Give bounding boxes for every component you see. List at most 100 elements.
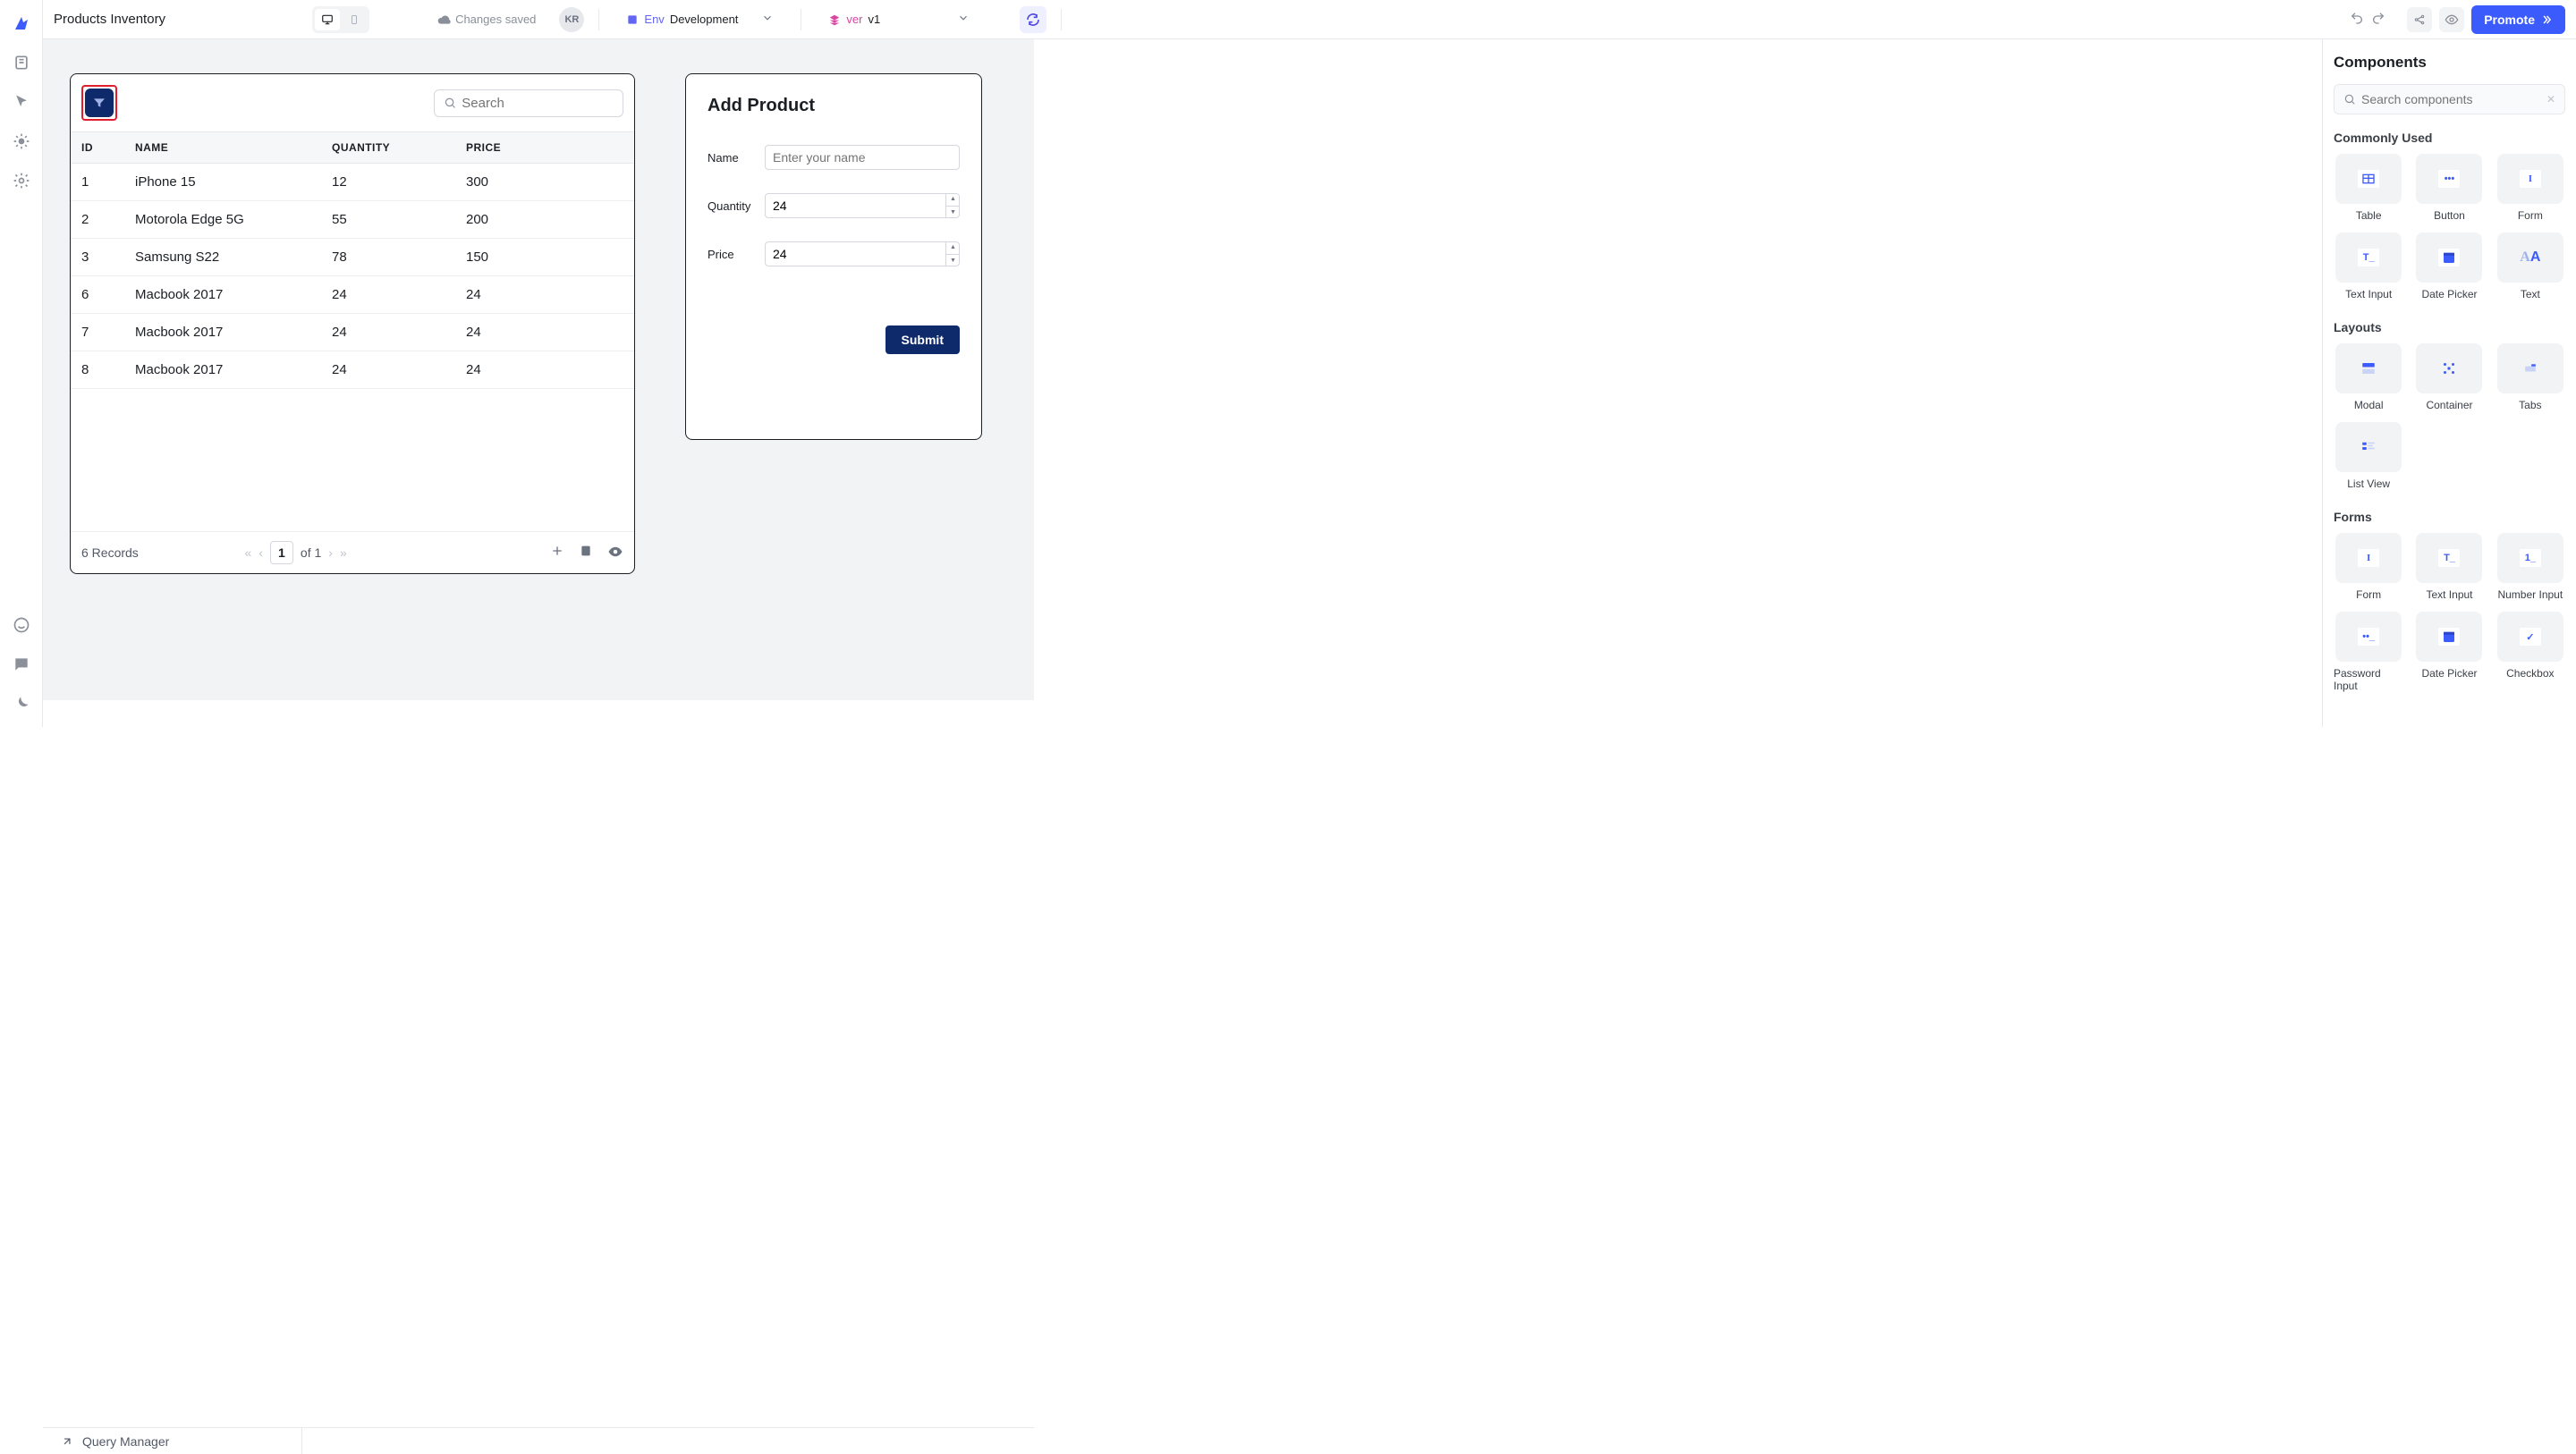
component-date-picker-2[interactable]: Date Picker (2414, 612, 2484, 692)
table-search-input[interactable] (434, 89, 623, 117)
promote-button[interactable]: Promote (2471, 5, 2565, 34)
promote-label: Promote (2484, 13, 2535, 27)
checkbox-icon: ✓ (2520, 628, 2541, 646)
dark-mode-icon[interactable] (5, 688, 38, 720)
table-row[interactable]: 7 Macbook 2017 24 24 (71, 314, 634, 351)
mobile-view-button[interactable] (342, 9, 367, 30)
last-page-button[interactable]: » (340, 545, 347, 560)
undo-button[interactable] (2350, 11, 2364, 28)
version-selector[interactable]: ver v1 (828, 12, 970, 27)
column-header-qty[interactable]: QUANTITY (332, 141, 466, 154)
app-title: Products Inventory (54, 12, 165, 27)
first-page-button[interactable]: « (244, 545, 251, 560)
component-checkbox[interactable]: ✓Checkbox (2496, 612, 2565, 692)
env-selector[interactable]: Env Development (626, 12, 774, 27)
cursor-icon[interactable] (5, 86, 38, 118)
debug-icon[interactable] (5, 125, 38, 157)
column-header-name[interactable]: NAME (135, 141, 332, 154)
components-title: Components (2334, 54, 2565, 72)
left-rail (0, 0, 43, 727)
component-text[interactable]: AAText (2496, 232, 2565, 300)
components-search-field[interactable] (2361, 92, 2541, 106)
table-row[interactable]: 1 iPhone 15 12 300 (71, 164, 634, 201)
share-button[interactable] (2407, 7, 2432, 32)
tabs-icon (2520, 359, 2541, 377)
bottombar: Query Manager (43, 1427, 1034, 1454)
support-icon[interactable] (5, 609, 38, 641)
form-icon: I (2358, 549, 2379, 567)
table-search-field[interactable] (462, 96, 614, 111)
component-date-picker[interactable]: Date Picker (2414, 232, 2484, 300)
canvas[interactable]: ID NAME QUANTITY PRICE 1 iPhone 15 12 30… (43, 39, 1034, 700)
step-up-button[interactable]: ▲ (946, 241, 960, 255)
add-row-button[interactable] (550, 544, 564, 562)
refresh-button[interactable] (1020, 6, 1046, 33)
name-label: Name (708, 151, 756, 165)
divider (1061, 9, 1062, 30)
save-status-text: Changes saved (455, 13, 536, 26)
container-icon (2438, 359, 2460, 377)
logo-icon[interactable] (5, 7, 38, 39)
component-container[interactable]: Container (2414, 343, 2484, 411)
query-manager-toggle[interactable]: Query Manager (43, 1428, 302, 1454)
quantity-input[interactable] (765, 193, 960, 218)
clear-search-button[interactable]: ✕ (2546, 93, 2555, 106)
component-form[interactable]: IForm (2496, 154, 2565, 222)
component-tabs[interactable]: Tabs (2496, 343, 2565, 411)
expand-icon (61, 1435, 73, 1448)
component-list-view[interactable]: List View (2334, 422, 2403, 490)
download-button[interactable] (579, 544, 593, 562)
submit-button[interactable]: Submit (886, 325, 960, 354)
filter-button[interactable] (85, 89, 114, 117)
redo-button[interactable] (2371, 11, 2385, 28)
name-input[interactable] (765, 145, 960, 170)
components-search[interactable]: ✕ (2334, 84, 2565, 114)
columns-button[interactable] (607, 544, 623, 562)
pages-icon[interactable] (5, 46, 38, 79)
step-up-button[interactable]: ▲ (946, 193, 960, 207)
listview-icon (2358, 438, 2379, 456)
component-password-input[interactable]: ••_Password Input (2334, 612, 2403, 692)
number-input-icon: 1_ (2520, 549, 2541, 567)
device-toggle (312, 6, 369, 33)
desktop-view-button[interactable] (315, 9, 340, 30)
component-text-input[interactable]: T_Text Input (2334, 232, 2403, 300)
chat-icon[interactable] (5, 648, 38, 681)
table-row[interactable]: 6 Macbook 2017 24 24 (71, 276, 634, 314)
component-text-input-2[interactable]: T_Text Input (2414, 533, 2484, 601)
step-down-button[interactable]: ▼ (946, 255, 960, 267)
component-table[interactable]: Table (2334, 154, 2403, 222)
table-widget[interactable]: ID NAME QUANTITY PRICE 1 iPhone 15 12 30… (70, 73, 635, 574)
datepicker-icon (2438, 249, 2460, 266)
next-page-button[interactable]: › (328, 545, 333, 560)
component-form-2[interactable]: IForm (2334, 533, 2403, 601)
chevron-down-icon (761, 12, 774, 27)
column-header-id[interactable]: ID (81, 141, 135, 154)
ver-value: v1 (868, 13, 880, 26)
env-value: Development (670, 13, 739, 26)
preview-button[interactable] (2439, 7, 2464, 32)
search-icon (2343, 93, 2356, 106)
step-down-button[interactable]: ▼ (946, 207, 960, 219)
divider (598, 9, 599, 30)
table-row[interactable]: 8 Macbook 2017 24 24 (71, 351, 634, 389)
price-input[interactable] (765, 241, 960, 266)
form-widget[interactable]: Add Product Name Quantity ▲ ▼ Price ▲ ▼ (685, 73, 982, 440)
settings-icon[interactable] (5, 165, 38, 197)
component-button[interactable]: •••Button (2414, 154, 2484, 222)
column-header-price[interactable]: PRICE (466, 141, 623, 154)
table-row[interactable]: 2 Motorola Edge 5G 55 200 (71, 201, 634, 239)
table-header-row: ID NAME QUANTITY PRICE (71, 131, 634, 164)
prev-page-button[interactable]: ‹ (258, 545, 263, 560)
page-total: of 1 (301, 545, 321, 560)
component-number-input[interactable]: 1_Number Input (2496, 533, 2565, 601)
page-current[interactable]: 1 (270, 541, 293, 564)
env-prefix: Env (644, 13, 664, 26)
quantity-stepper: ▲ ▼ (945, 193, 960, 218)
ver-prefix: ver (846, 13, 862, 26)
save-status: Changes saved (437, 13, 536, 27)
component-modal[interactable]: Modal (2334, 343, 2403, 411)
table-row[interactable]: 3 Samsung S22 78 150 (71, 239, 634, 276)
user-avatar[interactable]: KR (559, 7, 584, 32)
password-icon: ••_ (2358, 628, 2379, 646)
